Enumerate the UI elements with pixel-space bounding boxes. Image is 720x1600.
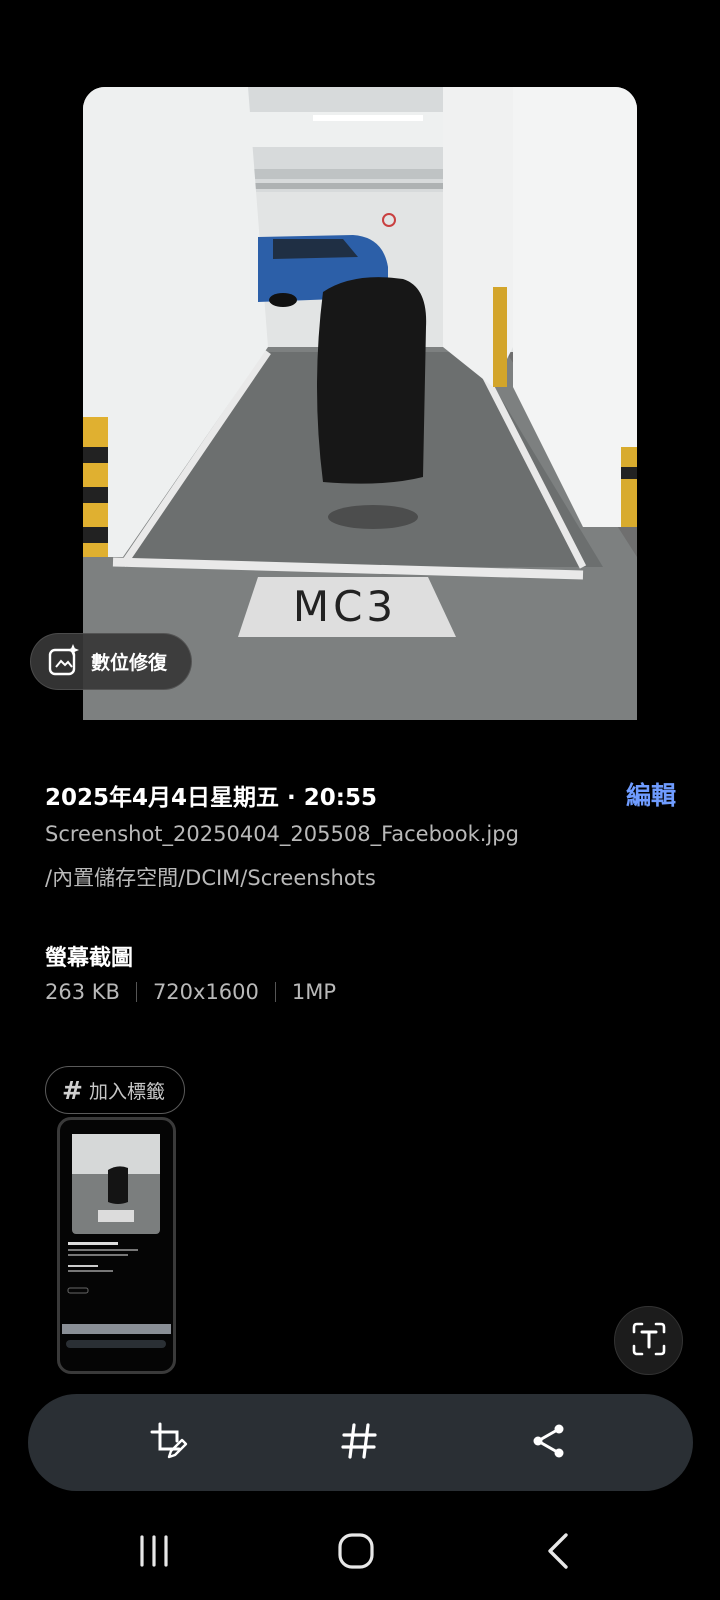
file-megapixels: 1MP [291, 980, 337, 1004]
share-button[interactable] [524, 1418, 574, 1468]
recent-apps-button[interactable] [124, 1530, 184, 1576]
text-scan-icon [631, 1321, 667, 1361]
bottom-action-toolbar [28, 1394, 693, 1491]
file-type: 螢幕截圖 [45, 946, 134, 971]
screenshot-thumbnail[interactable] [57, 1117, 176, 1374]
tag-button[interactable] [334, 1418, 384, 1468]
back-icon [540, 1531, 576, 1575]
file-size: 263 KB [45, 980, 120, 1004]
text-extract-button[interactable] [614, 1306, 683, 1375]
file-name: Screenshot_20250404_205508_Facebook.jpg [45, 822, 519, 846]
file-resolution: 720x1600 [152, 980, 259, 1004]
edit-details-link[interactable]: 編輯 [626, 776, 676, 812]
meta-divider [274, 982, 276, 1002]
sparkle-image-icon [47, 643, 81, 681]
parking-space-photo: MC3 [83, 87, 637, 720]
photo-datetime: 2025年4月4日星期五 · 20:55 [45, 785, 377, 811]
home-icon [336, 1531, 376, 1575]
add-tag-button[interactable]: # 加入標籤 [45, 1066, 185, 1114]
hashtag-icon: # [62, 1075, 83, 1105]
crop-edit-icon [149, 1421, 189, 1465]
hashtag-icon [339, 1421, 379, 1465]
back-button[interactable] [528, 1530, 588, 1576]
file-meta-row: 263 KB 720x1600 1MP [45, 980, 336, 1004]
digital-remaster-button[interactable]: 數位修復 [30, 633, 192, 690]
floor-label-text: MC3 [293, 582, 397, 631]
crop-edit-button[interactable] [144, 1418, 194, 1468]
recent-apps-icon [134, 1533, 174, 1573]
system-navigation-bar [0, 1524, 720, 1584]
add-tag-label: 加入標籤 [88, 1080, 165, 1103]
remaster-label: 數位修復 [91, 652, 168, 674]
file-path: /內置儲存空間/DCIM/Screenshots [45, 866, 376, 890]
home-button[interactable] [326, 1530, 386, 1576]
share-icon [529, 1421, 569, 1465]
photo-viewer-image[interactable]: MC3 [83, 87, 637, 720]
meta-divider [135, 982, 137, 1002]
